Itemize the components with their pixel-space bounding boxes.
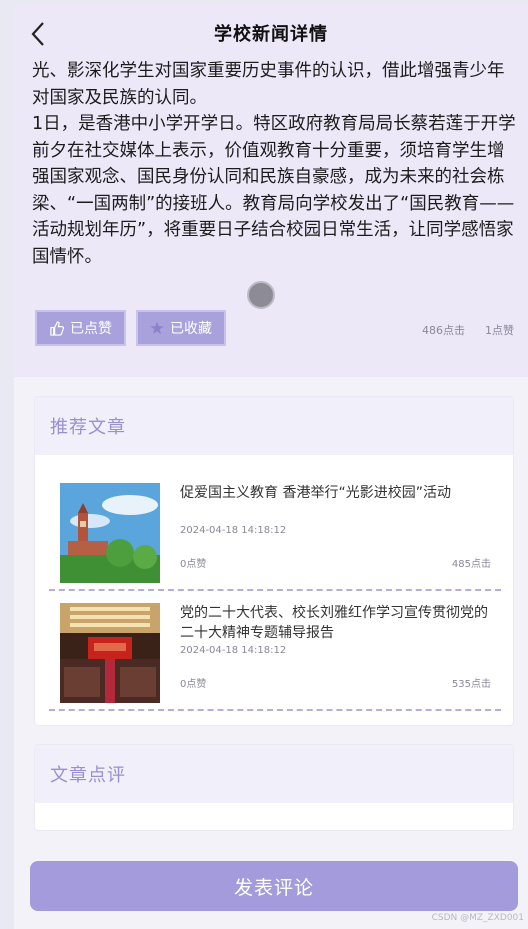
like-button[interactable]: 已点赞 bbox=[35, 310, 126, 346]
top-bar: 学校新闻详情 bbox=[14, 12, 528, 54]
article-thumbnail bbox=[60, 603, 160, 703]
touch-indicator bbox=[247, 281, 275, 309]
favorite-button[interactable]: 已收藏 bbox=[136, 310, 226, 346]
article-clicks: 485点击 bbox=[451, 559, 491, 570]
article-body: 光、影深化学生对国家重要历史事件的认识，借此增强青少年对国家及民族的认同。 1日… bbox=[32, 58, 518, 270]
phone-screen: 学校新闻详情 光、影深化学生对国家重要历史事件的认识，借此增强青少年对国家及民族… bbox=[14, 4, 528, 929]
article-thumbnail bbox=[60, 483, 160, 583]
recommended-heading: 推荐文章 bbox=[35, 397, 513, 455]
comments-heading: 文章点评 bbox=[35, 745, 513, 803]
article-clicks: 535点击 bbox=[451, 679, 491, 690]
thumb-up-icon bbox=[50, 320, 64, 336]
back-icon[interactable] bbox=[30, 20, 52, 48]
watermark: CSDN @MZ_ZXD001 bbox=[431, 913, 524, 923]
article-comments: 文章点评 bbox=[34, 744, 514, 831]
article-title: 促爱国主义教育 香港举行“光影进校园”活动 bbox=[180, 485, 451, 501]
favorite-label: 已收藏 bbox=[170, 321, 212, 337]
article-title: 党的二十大代表、校长刘雅红作学习宣传贯彻党的二十大精神专题辅导报告 bbox=[180, 605, 488, 641]
article-actions: 已点赞 已收藏 bbox=[35, 310, 226, 346]
article-paragraph: 1日，是香港中小学开学日。特区政府教育局局长蔡若莲于开学前夕在社交媒体上表示，价… bbox=[32, 114, 516, 267]
article-likes: 0点赞 bbox=[180, 679, 207, 690]
like-count: 1点赞 bbox=[485, 324, 514, 337]
article-paragraph: 光、影深化学生对国家重要历史事件的认识，借此增强青少年对国家及民族的认同。 bbox=[32, 61, 505, 108]
article-stats: 486点击 1点赞 bbox=[422, 322, 514, 338]
article-likes: 0点赞 bbox=[180, 559, 207, 570]
recommended-articles: 推荐文章 促爱国主义教育 香港举行“光影进校园”活动 2024-04-18 14 bbox=[34, 396, 514, 726]
article-date: 2024-04-18 14:18:12 bbox=[180, 645, 287, 656]
page-title: 学校新闻详情 bbox=[214, 24, 328, 45]
list-item[interactable]: 党的二十大代表、校长刘雅红作学习宣传贯彻党的二十大精神专题辅导报告 2024-0… bbox=[49, 595, 501, 711]
star-icon bbox=[150, 321, 164, 335]
like-label: 已点赞 bbox=[70, 321, 112, 337]
click-count: 486点击 bbox=[422, 324, 465, 337]
list-item[interactable]: 促爱国主义教育 香港举行“光影进校园”活动 2024-04-18 14:18:1… bbox=[49, 475, 501, 591]
article-date: 2024-04-18 14:18:12 bbox=[180, 525, 287, 536]
submit-comment-button[interactable]: 发表评论 bbox=[30, 861, 518, 911]
